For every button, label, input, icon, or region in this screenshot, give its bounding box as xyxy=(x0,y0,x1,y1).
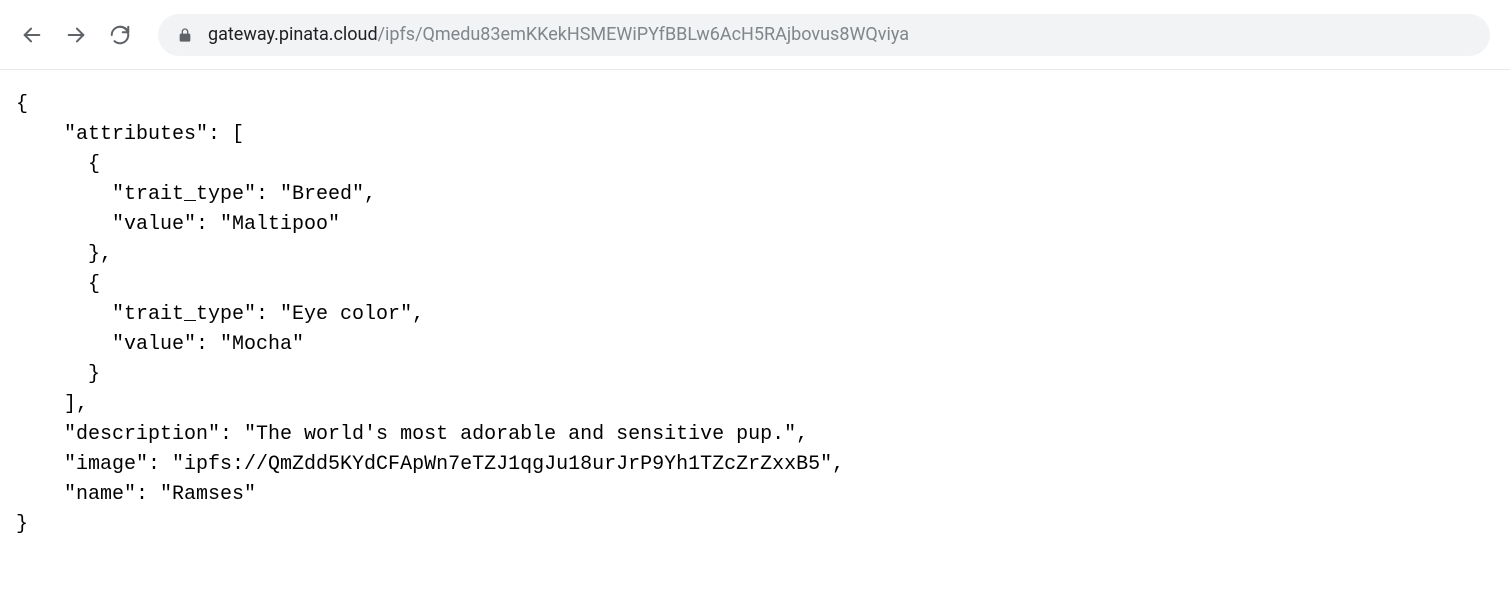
browser-toolbar: gateway.pinata.cloud/ipfs/Qmedu83emKKekH… xyxy=(0,0,1510,70)
nav-buttons-group xyxy=(20,23,132,47)
url-path: /ipfs/Qmedu83emKKekHSMEWiPYfBBLw6AcH5RAj… xyxy=(378,24,909,45)
arrow-right-icon xyxy=(65,24,87,46)
json-content: { "attributes": [ { "trait_type": "Breed… xyxy=(0,70,1510,560)
url-domain: gateway.pinata.cloud xyxy=(208,24,378,45)
back-button[interactable] xyxy=(20,23,44,47)
lock-icon[interactable] xyxy=(176,26,194,44)
reload-icon xyxy=(109,24,131,46)
address-bar[interactable]: gateway.pinata.cloud/ipfs/Qmedu83emKKekH… xyxy=(158,14,1490,56)
arrow-left-icon xyxy=(21,24,43,46)
url-text: gateway.pinata.cloud/ipfs/Qmedu83emKKekH… xyxy=(208,24,909,45)
forward-button[interactable] xyxy=(64,23,88,47)
reload-button[interactable] xyxy=(108,23,132,47)
